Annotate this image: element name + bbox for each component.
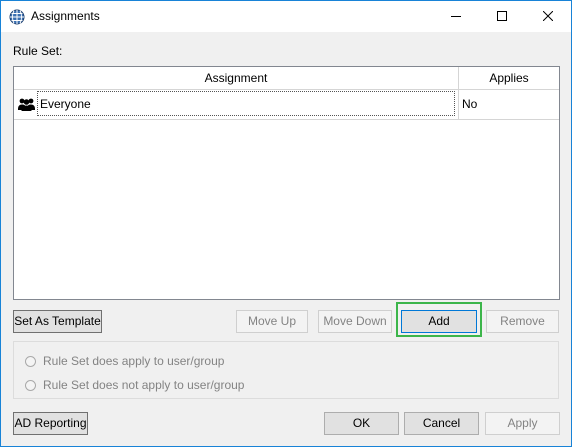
radio-circle[interactable] <box>25 380 36 391</box>
radio-circle[interactable] <box>25 356 36 367</box>
column-header-assignment[interactable]: Assignment <box>14 67 459 90</box>
remove-button[interactable]: Remove <box>486 310 559 333</box>
cancel-button[interactable]: Cancel <box>404 412 479 435</box>
minimize-icon <box>451 16 461 17</box>
table-row[interactable]: Everyone No <box>14 90 559 120</box>
column-divider <box>458 90 459 119</box>
window-title: Assignments <box>31 9 100 23</box>
assignments-dialog: Assignments Rule Set: Assignment Applies… <box>0 0 572 447</box>
close-icon <box>543 11 553 21</box>
close-button[interactable] <box>525 1 571 32</box>
globe-grid-icon <box>9 9 25 25</box>
minimize-button[interactable] <box>433 1 479 32</box>
assignment-grid[interactable]: Assignment Applies Everyone No <box>13 66 560 300</box>
title-bar: Assignments <box>1 1 571 32</box>
maximize-icon <box>497 11 507 21</box>
applies-cell[interactable]: No <box>462 90 477 119</box>
assignment-cell[interactable]: Everyone <box>37 91 455 116</box>
maximize-button[interactable] <box>479 1 525 32</box>
add-button[interactable]: Add <box>401 310 477 333</box>
rule-set-label: Rule Set: <box>13 44 63 58</box>
radio-label: Rule Set does not apply to user/group <box>43 378 245 392</box>
radio-label: Rule Set does apply to user/group <box>43 354 225 368</box>
users-group-icon <box>18 98 35 111</box>
apply-options-group: Rule Set does apply to user/group Rule S… <box>13 341 559 399</box>
set-as-template-button[interactable]: Set As Template <box>13 310 102 333</box>
ok-button[interactable]: OK <box>324 412 399 435</box>
apply-button[interactable]: Apply <box>485 412 560 435</box>
column-header-applies[interactable]: Applies <box>459 67 559 90</box>
ad-reporting-button[interactable]: AD Reporting <box>13 412 88 435</box>
move-up-button[interactable]: Move Up <box>236 310 308 333</box>
move-down-button[interactable]: Move Down <box>318 310 392 333</box>
